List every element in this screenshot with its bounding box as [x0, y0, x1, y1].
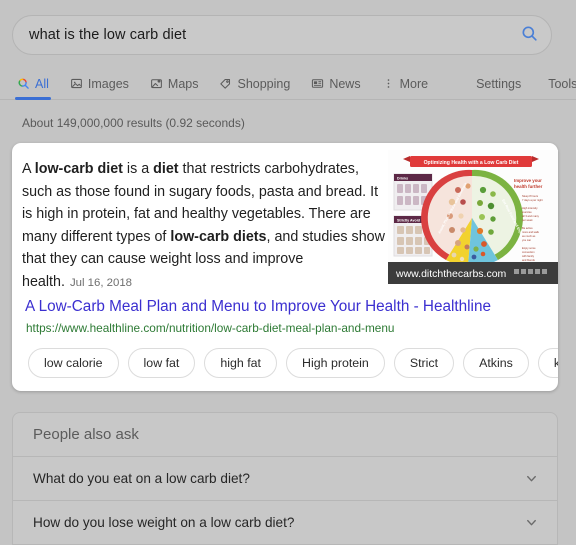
paa-header: People also ask [13, 413, 557, 457]
tab-images[interactable]: Images [70, 70, 129, 97]
tab-shopping-label: Shopping [237, 76, 291, 91]
svg-text:Optimizing Health with a Low C: Optimizing Health with a Low Carb Diet [424, 160, 519, 166]
snippet-text-block: A low-carb diet is a diet that restricts… [22, 158, 388, 295]
svg-text:7 days a per night: 7 days a per night [522, 198, 543, 202]
related-chip[interactable]: low calorie [28, 348, 119, 378]
svg-text:Improve your: Improve your [514, 178, 542, 183]
svg-text:Strictly Avoid: Strictly Avoid [397, 218, 420, 222]
snippet-bold-term: diet [153, 161, 179, 177]
nav-right-group: Settings Tools [449, 70, 576, 97]
related-chip[interactable]: High protein [286, 348, 385, 378]
search-icon [17, 77, 30, 90]
tab-maps[interactable]: Maps [150, 70, 199, 97]
nav-left-group: All Images Maps Shopping News More [0, 70, 449, 100]
svg-text:Enjoy some: Enjoy some [522, 246, 536, 250]
snippet-plain-text: is a [122, 161, 154, 177]
people-also-ask-panel: People also ask What do you eat on a low… [12, 412, 558, 545]
tab-maps-label: Maps [167, 76, 199, 91]
tools-label: Tools [548, 76, 576, 91]
chevron-down-icon[interactable] [524, 471, 539, 486]
snippet-thumbnail[interactable]: Optimizing Health with a Low Carb Diet D… [388, 150, 558, 284]
result-url: https://www.healthline.com/nutrition/low… [26, 321, 395, 335]
snippet-bold-term: low-carb diet [34, 161, 123, 177]
tools-button[interactable]: Tools [548, 70, 576, 97]
snippet-plain-text: A [22, 161, 35, 177]
related-chip[interactable]: Strict [393, 348, 455, 378]
search-nav-tabs: All Images Maps Shopping News More Setti… [0, 70, 576, 100]
vertical-dots-icon [382, 77, 395, 90]
search-button[interactable] [507, 16, 551, 54]
related-chip[interactable]: high fat [204, 348, 278, 378]
svg-text:all 3 and many: all 3 and many [522, 214, 540, 218]
paa-question-row[interactable]: What do you eat on a low carb diet? [13, 457, 557, 501]
snippet-bold-term: low-carb diets [170, 228, 267, 245]
paa-question-row[interactable]: How do you lose weight on a low carb die… [13, 501, 557, 544]
tab-news[interactable]: News [311, 70, 361, 97]
results-count: About 149,000,000 results (0.92 seconds) [22, 116, 245, 130]
svg-text:with family: with family [522, 254, 535, 258]
low-carb-diet-infographic: Optimizing Health with a Low Carb Diet D… [388, 150, 558, 284]
svg-text:more and walk: more and walk [522, 230, 540, 234]
svg-text:exercise: exercise [522, 210, 532, 214]
svg-text:as much as: as much as [522, 234, 536, 238]
paa-question-label: What do you eat on a low carb diet? [33, 471, 250, 486]
map-pin-icon [150, 77, 163, 90]
magnifier-icon [520, 24, 539, 46]
newspaper-icon [311, 77, 324, 90]
result-title-link[interactable]: A Low-Carb Meal Plan and Menu to Improve… [25, 298, 491, 316]
svg-text:per week: per week [522, 218, 533, 222]
tab-news-label: News [329, 76, 361, 91]
related-chips-row[interactable]: low calorie low fat high fat High protein St… [28, 346, 558, 380]
snippet-date: Jul 16, 2018 [69, 276, 133, 289]
tab-images-label: Images [87, 76, 129, 91]
image-icon [70, 77, 83, 90]
svg-text:High intensity: High intensity [522, 206, 538, 210]
tab-more-label: More [399, 76, 429, 91]
related-chip[interactable]: keto [537, 348, 558, 378]
search-input[interactable] [13, 27, 507, 43]
svg-text:Drinks: Drinks [397, 176, 408, 180]
tab-all-label: All [35, 76, 49, 91]
related-chip[interactable]: low fat [127, 348, 196, 378]
svg-text:and friends: and friends [522, 258, 536, 262]
svg-text:www.ditchthecarbs.com: www.ditchthecarbs.com [395, 268, 507, 280]
related-chip[interactable]: Atkins [463, 348, 529, 378]
tab-more[interactable]: More [382, 70, 428, 97]
snippet-rich-text: A low-carb diet is a diet that restricts… [22, 161, 385, 290]
svg-text:Sleep 8 hours: Sleep 8 hours [522, 194, 539, 198]
settings-button[interactable]: Settings [476, 70, 521, 97]
svg-text:health further: health further [514, 184, 543, 189]
search-bar[interactable] [12, 15, 552, 55]
svg-text:you can: you can [522, 239, 532, 242]
settings-label: Settings [476, 76, 522, 91]
tab-all[interactable]: All [15, 70, 51, 100]
featured-snippet-card: A low-carb diet is a diet that restricts… [12, 143, 558, 391]
svg-text:connection: connection [522, 250, 535, 254]
paa-question-label: How do you lose weight on a low carb die… [33, 515, 295, 530]
tag-icon [219, 77, 232, 90]
snippet-paragraph: A low-carb diet is a diet that restricts… [22, 158, 388, 295]
chevron-down-icon[interactable] [524, 515, 539, 530]
tab-shopping[interactable]: Shopping [219, 70, 290, 97]
svg-text:Be active: Be active [522, 226, 533, 230]
